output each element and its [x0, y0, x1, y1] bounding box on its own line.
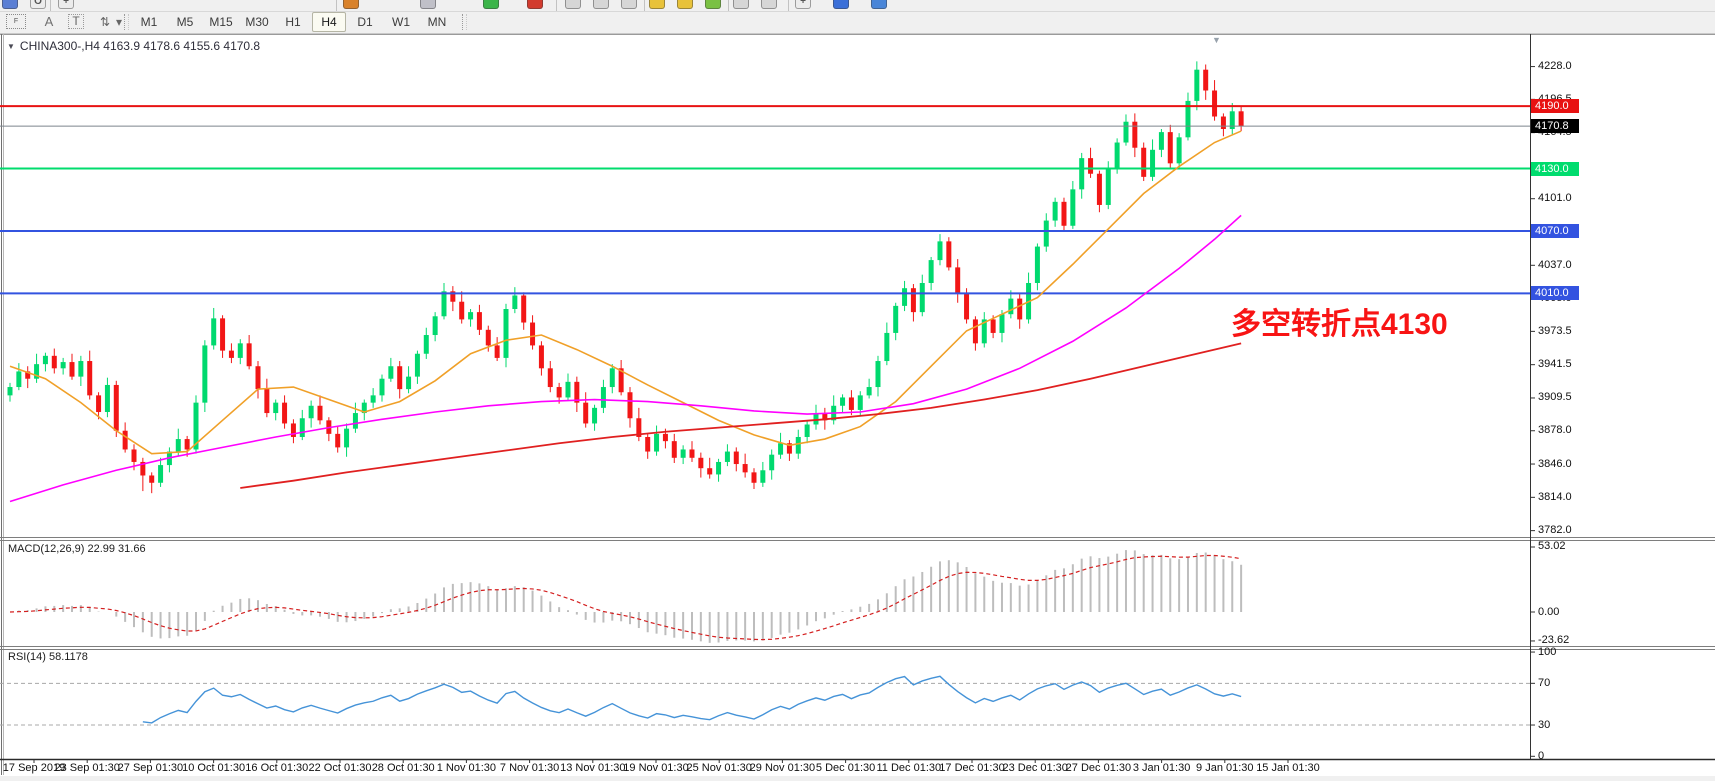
time-axis-label: 7 Nov 01:30 — [500, 762, 559, 774]
price-axis-tick: 3782.0 — [1538, 524, 1572, 537]
rsi-axis-tick: 70 — [1538, 677, 1550, 690]
macd-group — [10, 550, 1241, 643]
time-axis-label: 16 Oct 01:30 — [245, 762, 308, 774]
timeframe-button-mn[interactable]: MN — [420, 12, 454, 32]
wand-icon[interactable] — [649, 0, 665, 9]
rsi-axis-tick: 30 — [1538, 719, 1550, 732]
timeframe-button-h1[interactable]: H1 — [276, 12, 310, 32]
time-axis-label: 13 Nov 01:30 — [560, 762, 625, 774]
chart-shift-icon[interactable] — [733, 0, 749, 9]
chart-header: ▼ CHINA300-,H4 4163.9 4178.6 4155.6 4170.… — [7, 39, 260, 53]
price-axis-tick: 3973.5 — [1538, 325, 1572, 338]
time-axis-label: 22 Oct 01:30 — [309, 762, 372, 774]
window-bottom-strip — [0, 776, 1715, 781]
price-axis-tick: 3814.0 — [1538, 491, 1572, 504]
timeframe-button-d1[interactable]: D1 — [348, 12, 382, 32]
price-axis-tick: 3846.0 — [1538, 458, 1572, 471]
toolbar-separator — [336, 0, 337, 11]
timeframe-button-w1[interactable]: W1 — [384, 12, 418, 32]
time-axis-label: 23 Sep 01:30 — [54, 762, 119, 774]
brush-icon[interactable] — [677, 0, 693, 9]
arrow-styles-icon[interactable]: ⇅ — [96, 14, 114, 30]
toolbar-separator — [788, 0, 789, 11]
macd-indicator-label: MACD(12,26,9) 22.99 31.66 — [8, 543, 146, 555]
toolbar-splitter — [462, 14, 467, 30]
rsi-group — [0, 676, 1530, 725]
text-frame-icon[interactable]: T — [68, 14, 84, 29]
chart-tools-toolbar: FAT ⇅▾ M1M5M15M30H1H4D1W1MN — [0, 12, 1715, 34]
cascade-windows-icon[interactable] — [593, 0, 609, 9]
timeframe-button-m5[interactable]: M5 — [168, 12, 202, 32]
rsi-axis-tick: 0 — [1538, 750, 1544, 763]
price-level-badge: 4010.0 — [1531, 286, 1579, 300]
arrange-windows-icon[interactable] — [621, 0, 637, 9]
price-axis-tick: 4228.0 — [1538, 60, 1572, 73]
time-axis-label: 17 Dec 01:30 — [939, 762, 1004, 774]
grid-properties-icon[interactable]: F — [6, 14, 26, 29]
data-table-icon[interactable] — [871, 0, 887, 9]
price-axis-tick: 3909.5 — [1538, 391, 1572, 404]
toolbar-separator — [556, 0, 557, 11]
timeframe-button-m1[interactable]: M1 — [132, 12, 166, 32]
timeframe-button-h4[interactable]: H4 — [312, 12, 346, 32]
price-axis-tick: 4037.0 — [1538, 259, 1572, 272]
price-level-badge: 4190.0 — [1531, 99, 1579, 113]
timeframe-button-m15[interactable]: M15 — [204, 12, 238, 32]
rsi-indicator-label: RSI(14) 58.1178 — [8, 651, 88, 663]
time-axis-label: 27 Sep 01:30 — [118, 762, 183, 774]
time-axis-label: 1 Nov 01:30 — [437, 762, 496, 774]
toolbar-splitter — [124, 14, 129, 30]
time-axis-label: 29 Nov 01:30 — [750, 762, 815, 774]
mid-ma-magenta — [10, 215, 1241, 501]
chart-annotation: 多空转折点4130 — [1231, 299, 1448, 343]
price-level-badge: 4070.0 — [1531, 224, 1579, 238]
time-axis-label: 25 Nov 01:30 — [686, 762, 751, 774]
history-center-icon[interactable] — [420, 0, 436, 9]
dropdown-caret-icon[interactable]: ▾ — [114, 14, 124, 30]
autotrading-play-icon[interactable] — [483, 0, 499, 9]
text-a-icon[interactable]: A — [40, 14, 58, 30]
time-axis-label: 5 Dec 01:30 — [816, 762, 875, 774]
time-axis-label: 11 Dec 01:30 — [876, 762, 941, 774]
new-order-icon[interactable] — [343, 0, 359, 9]
price-chart-svg[interactable] — [0, 0, 1715, 781]
web-globe-icon[interactable] — [833, 0, 849, 9]
scroll-end-marker-icon[interactable]: ▼ — [1212, 35, 1221, 45]
toolbar-separator — [644, 0, 645, 11]
price-axis-tick: 4101.0 — [1538, 192, 1572, 205]
current-price-badge: 4170.8 — [1531, 119, 1579, 133]
rsi-axis-tick: 100 — [1538, 646, 1556, 659]
time-axis-label: 3 Jan 01:30 — [1133, 762, 1191, 774]
symbol-ohlc-text: CHINA300-,H4 4163.9 4178.6 4155.6 4170.8 — [20, 39, 260, 53]
time-axis-label: 23 Dec 01:30 — [1002, 762, 1067, 774]
time-axis-label: 27 Dec 01:30 — [1066, 762, 1131, 774]
price-axis-tick: 3878.0 — [1538, 424, 1572, 437]
tile-windows-icon[interactable] — [565, 0, 581, 9]
auto-scroll-icon[interactable] — [761, 0, 777, 9]
time-axis-label: 15 Jan 01:30 — [1256, 762, 1320, 774]
stop-icon[interactable] — [527, 0, 543, 9]
toolbar-separator — [728, 0, 729, 11]
macd-axis-tick: 0.00 — [1538, 606, 1559, 619]
time-axis-label: 10 Oct 01:30 — [182, 762, 245, 774]
chart-window-icon[interactable] — [2, 0, 18, 9]
main-toolbar: O + + — [0, 0, 1715, 12]
macd-axis-tick: 53.02 — [1538, 540, 1566, 553]
price-axis-tick: 3941.5 — [1538, 358, 1572, 371]
timeframe-button-m30[interactable]: M30 — [240, 12, 274, 32]
time-axis-label: 9 Jan 01:30 — [1196, 762, 1254, 774]
collapse-triangle-icon[interactable]: ▼ — [7, 42, 15, 51]
time-axis-label: 28 Oct 01:30 — [372, 762, 435, 774]
palette-icon[interactable] — [705, 0, 721, 9]
new-chart-icon[interactable]: + — [58, 0, 74, 9]
add-indicator-icon[interactable]: + — [795, 0, 811, 9]
toolbar-separator — [50, 0, 51, 11]
time-axis-label: 19 Nov 01:30 — [623, 762, 688, 774]
price-level-badge: 4130.0 — [1531, 162, 1579, 176]
zoom-icon[interactable]: O — [30, 0, 46, 9]
